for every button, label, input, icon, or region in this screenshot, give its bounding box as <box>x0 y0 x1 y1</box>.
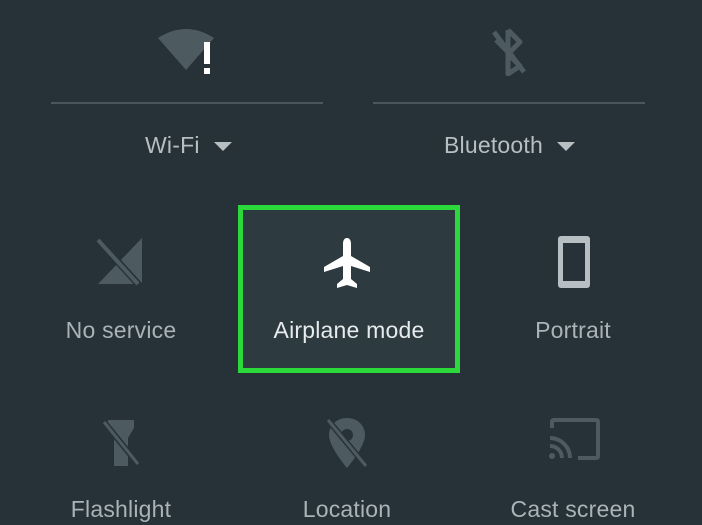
tile-label: Portrait <box>535 317 611 343</box>
tile-label: Flashlight <box>70 496 172 522</box>
bluetooth-off-icon <box>492 28 526 77</box>
bluetooth-divider <box>373 102 645 104</box>
tile-cast-screen[interactable]: Cast screen <box>460 410 686 525</box>
flashlight-off-icon <box>101 420 141 466</box>
no-signal-icon <box>96 238 143 288</box>
wifi-toggle[interactable] <box>152 24 222 76</box>
bluetooth-label: Bluetooth <box>444 132 543 158</box>
tile-no-service[interactable]: No service <box>8 230 234 360</box>
tile-location[interactable]: Location <box>234 410 460 525</box>
tile-label: Airplane mode <box>273 317 425 343</box>
wifi-dropdown[interactable]: Wi-Fi <box>145 132 232 159</box>
phone-portrait-icon <box>558 236 590 288</box>
bluetooth-dropdown[interactable]: Bluetooth <box>444 132 575 159</box>
chevron-down-icon <box>557 142 575 151</box>
tile-label: No service <box>65 317 177 343</box>
tile-label: Cast screen <box>510 496 636 522</box>
tile-portrait[interactable]: Portrait <box>460 230 686 360</box>
cast-icon <box>549 418 600 460</box>
tile-label: Location <box>302 496 392 522</box>
chevron-down-icon <box>213 142 232 151</box>
wifi-divider <box>51 102 323 104</box>
tile-airplane-mode[interactable]: Airplane mode <box>236 230 462 360</box>
airplane-icon <box>324 238 370 288</box>
location-off-icon <box>325 418 369 468</box>
wifi-warning-icon <box>158 29 214 74</box>
tile-flashlight[interactable]: Flashlight <box>8 410 234 525</box>
bluetooth-toggle[interactable] <box>486 26 530 77</box>
wifi-label: Wi-Fi <box>145 132 200 158</box>
